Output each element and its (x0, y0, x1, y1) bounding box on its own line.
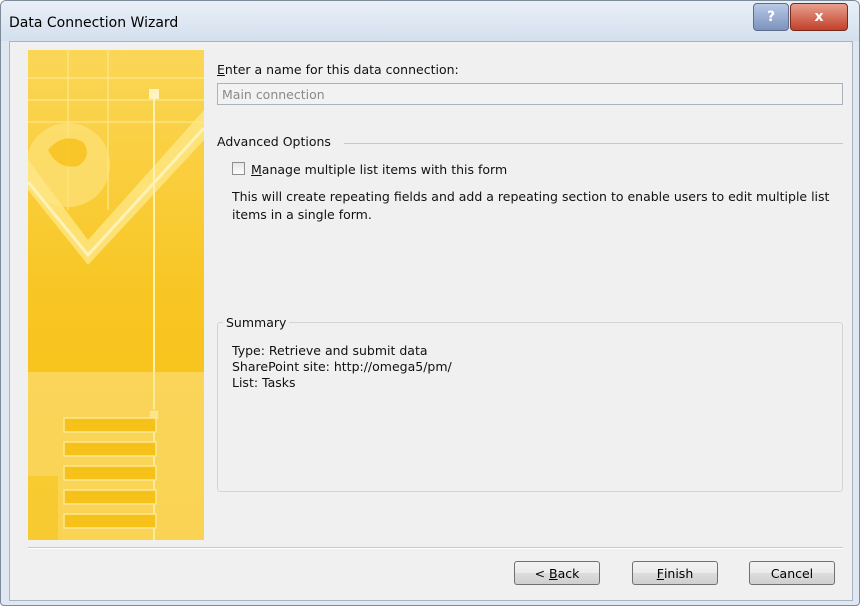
advanced-options-description: This will create repeating fields and ad… (232, 189, 830, 222)
summary-site: SharePoint site: http://omega5/pm/ (232, 359, 452, 374)
connection-name-input[interactable] (217, 83, 843, 105)
window-title: Data Connection Wizard (9, 15, 179, 31)
wizard-window: Data Connection Wizard ? x Enter a name … (0, 0, 860, 606)
cancel-button[interactable]: Cancel (749, 561, 835, 585)
help-button[interactable]: ? (753, 3, 789, 31)
advanced-options-divider (344, 143, 843, 144)
manage-multiple-items-checkbox[interactable] (232, 162, 245, 175)
connection-name-label-text: nter a name for this data connection: (224, 62, 459, 77)
advanced-options-label: Advanced Options (217, 134, 333, 149)
finish-button-accel: F (656, 565, 664, 581)
finish-button-text: inish (663, 565, 694, 581)
manage-multiple-items-accel: M (251, 162, 262, 177)
connection-name-label: Enter a name for this data connection: (217, 62, 459, 77)
connection-name-label-accel: E (217, 62, 225, 77)
summary-type: Type: Retrieve and submit data (232, 343, 428, 358)
manage-multiple-items-label[interactable]: Manage multiple list items with this for… (251, 162, 507, 177)
back-button-prefix: < (534, 565, 550, 581)
help-icon: ? (766, 9, 776, 25)
dialog-client-area: Enter a name for this data connection: A… (9, 41, 853, 601)
close-button[interactable]: x (790, 3, 848, 31)
back-button-text: ack (557, 565, 580, 581)
summary-list: List: Tasks (232, 375, 296, 390)
back-button[interactable]: < Back (514, 561, 600, 585)
button-separator (28, 547, 843, 549)
wizard-banner-art (28, 50, 204, 540)
back-button-accel: B (549, 565, 558, 581)
title-bar: Data Connection Wizard ? x (1, 1, 859, 41)
close-icon: x (814, 9, 824, 25)
finish-button[interactable]: Finish (632, 561, 718, 585)
manage-multiple-items-text: anage multiple list items with this form (261, 162, 508, 177)
summary-title: Summary (223, 315, 290, 330)
